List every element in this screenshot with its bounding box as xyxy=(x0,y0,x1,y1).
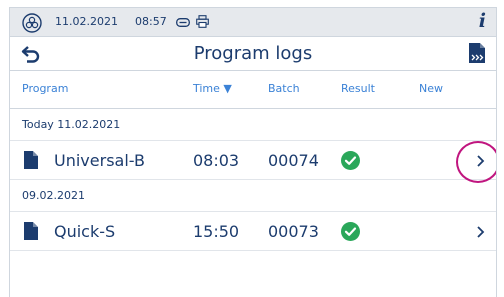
column-header-result[interactable]: Result xyxy=(341,82,375,95)
highlight-circle xyxy=(456,141,496,183)
status-date: 11.02.2021 xyxy=(55,15,118,28)
log-batch: 00073 xyxy=(268,222,319,241)
column-header-new[interactable]: New xyxy=(419,82,443,95)
export-icon[interactable] xyxy=(469,43,485,63)
log-row[interactable]: Quick-S 15:50 00073 xyxy=(10,212,496,251)
status-time: 08:57 xyxy=(135,15,167,28)
page-title: Program logs xyxy=(193,43,313,64)
file-icon xyxy=(24,151,38,169)
status-bar: 11.02.2021 08:57 i xyxy=(10,8,496,37)
log-batch: 00074 xyxy=(268,151,319,170)
title-bar: Program logs xyxy=(10,37,496,71)
info-icon[interactable]: i xyxy=(479,10,486,32)
column-header-program[interactable]: Program xyxy=(22,82,68,95)
card-icon xyxy=(176,18,190,27)
log-row[interactable]: Universal-B 08:03 00074 xyxy=(10,141,496,180)
column-header-batch[interactable]: Batch xyxy=(268,82,300,95)
check-circle-icon xyxy=(341,151,360,170)
log-time: 15:50 xyxy=(193,222,240,241)
date-group-header: Today 11.02.2021 xyxy=(10,109,496,141)
column-headers: Program Time ▼ Batch Result New xyxy=(10,71,496,109)
device-logo-icon xyxy=(22,13,42,33)
check-circle-icon xyxy=(341,222,360,241)
date-group-header: 09.02.2021 xyxy=(10,180,496,212)
file-icon xyxy=(24,222,38,240)
chevron-right-icon[interactable] xyxy=(476,225,485,239)
log-time: 08:03 xyxy=(193,151,240,170)
date-group-label: 09.02.2021 xyxy=(22,189,85,202)
column-header-time[interactable]: Time ▼ xyxy=(193,82,232,95)
printer-icon xyxy=(196,15,209,28)
program-logs-screen: 11.02.2021 08:57 i Program logs Program … xyxy=(9,7,497,297)
log-program: Universal-B xyxy=(54,151,145,170)
log-program: Quick-S xyxy=(54,222,116,241)
date-group-label: Today 11.02.2021 xyxy=(22,118,121,131)
